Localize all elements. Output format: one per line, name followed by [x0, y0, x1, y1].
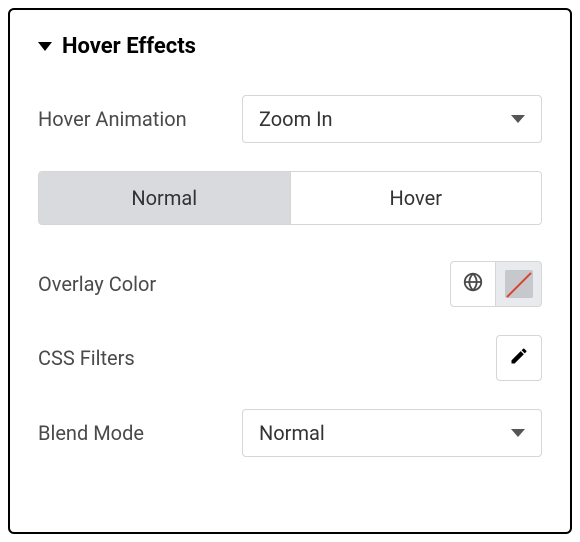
hover-animation-select[interactable]: Zoom In — [242, 95, 542, 143]
tab-normal[interactable]: Normal — [39, 172, 290, 224]
chevron-down-icon — [511, 429, 525, 437]
section-title: Hover Effects — [62, 34, 196, 59]
pencil-icon — [509, 346, 529, 370]
overlay-color-label: Overlay Color — [38, 272, 156, 296]
css-filters-edit-button[interactable] — [496, 335, 542, 381]
globe-icon — [462, 271, 484, 297]
tab-hover[interactable]: Hover — [290, 172, 542, 224]
section-header[interactable]: Hover Effects — [38, 34, 542, 59]
blend-mode-value: Normal — [259, 421, 325, 445]
blend-mode-row: Blend Mode Normal — [38, 409, 542, 457]
globe-button[interactable] — [450, 261, 496, 307]
state-tabs: Normal Hover — [38, 171, 542, 225]
hover-animation-label: Hover Animation — [38, 107, 187, 131]
overlay-color-swatch-button[interactable] — [496, 261, 542, 307]
caret-down-icon — [38, 42, 52, 51]
color-swatch-none-icon — [505, 270, 533, 298]
css-filters-label: CSS Filters — [38, 346, 135, 370]
overlay-color-controls — [450, 261, 542, 307]
css-filters-row: CSS Filters — [38, 335, 542, 381]
chevron-down-icon — [511, 115, 525, 123]
hover-animation-row: Hover Animation Zoom In — [38, 95, 542, 143]
hover-animation-value: Zoom In — [259, 107, 333, 131]
blend-mode-label: Blend Mode — [38, 421, 144, 445]
blend-mode-select[interactable]: Normal — [242, 409, 542, 457]
hover-effects-panel: Hover Effects Hover Animation Zoom In No… — [8, 8, 572, 534]
overlay-color-row: Overlay Color — [38, 261, 542, 307]
